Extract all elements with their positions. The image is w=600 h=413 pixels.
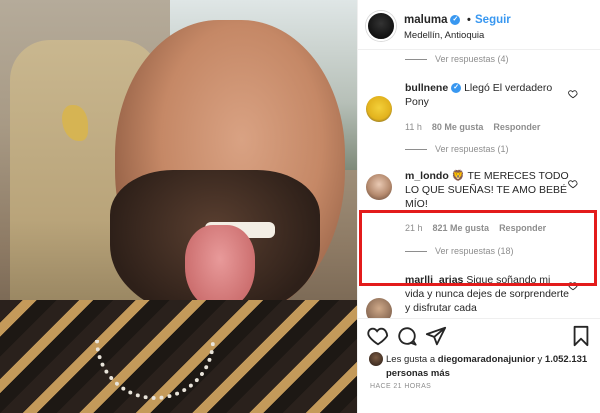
comment-text: bullnene ✓ Llegó El verdadero Pony: [405, 82, 553, 108]
comment-username[interactable]: m_londo: [405, 170, 449, 182]
post-timestamp[interactable]: HACE 21 HORAS: [370, 383, 431, 390]
commenter-avatar[interactable]: [366, 298, 392, 318]
comment-likes[interactable]: 80 Me gusta: [432, 122, 484, 132]
view-replies-link[interactable]: Ver respuestas (4): [405, 54, 509, 64]
post-photo[interactable]: [0, 0, 357, 413]
heart-icon[interactable]: [568, 89, 578, 99]
post-location[interactable]: Medellín, Antioquia: [404, 30, 484, 41]
comment-time[interactable]: 11 h: [405, 122, 422, 132]
reply-button[interactable]: Responder: [493, 122, 540, 132]
liker-username[interactable]: diegomaradonajunior: [438, 354, 535, 365]
verified-badge-icon: ✓: [450, 14, 461, 25]
comment-meta: 11 h 80 Me gusta Responder: [405, 122, 550, 132]
commenter-avatar[interactable]: [366, 96, 392, 122]
share-plane-icon[interactable]: [425, 325, 447, 347]
comment-text: m_londo 🦁 TE MERECES TODO LO QUE SUEÑAS!…: [405, 170, 569, 210]
follow-button[interactable]: Seguir: [475, 14, 511, 26]
likes-summary: Les gusta a diegomaradonajunior y 1.052.…: [386, 354, 588, 379]
comment-emojis: 🦁: [451, 170, 465, 182]
liker-avatar[interactable]: [369, 352, 383, 366]
highlight-box: [359, 210, 597, 286]
post-header: maluma ✓ • Seguir Medellín, Antioquia: [358, 0, 600, 50]
post-side-panel: maluma ✓ • Seguir Medellín, Antioquia Ver…: [357, 0, 600, 413]
post-actions: Les gusta a diegomaradonajunior y 1.052.…: [358, 318, 600, 413]
header-separator: •: [467, 14, 471, 26]
heart-icon[interactable]: [568, 179, 578, 189]
view-replies-link[interactable]: Ver respuestas (1): [405, 144, 509, 154]
comments-list[interactable]: Ver respuestas (4) bullnene ✓ Llegó El ve…: [358, 50, 600, 318]
comment-bubble-icon[interactable]: [396, 325, 418, 347]
verified-badge-icon: ✓: [451, 83, 462, 94]
save-bookmark-icon[interactable]: [570, 325, 592, 347]
author-username[interactable]: maluma ✓: [404, 14, 461, 26]
tongue: [185, 225, 255, 310]
author-avatar[interactable]: [366, 11, 396, 41]
replies-line: [405, 59, 427, 61]
like-heart-icon[interactable]: [367, 325, 389, 347]
commenter-avatar[interactable]: [366, 174, 392, 200]
replies-line: [405, 149, 427, 151]
comment-username[interactable]: bullnene: [405, 82, 448, 94]
